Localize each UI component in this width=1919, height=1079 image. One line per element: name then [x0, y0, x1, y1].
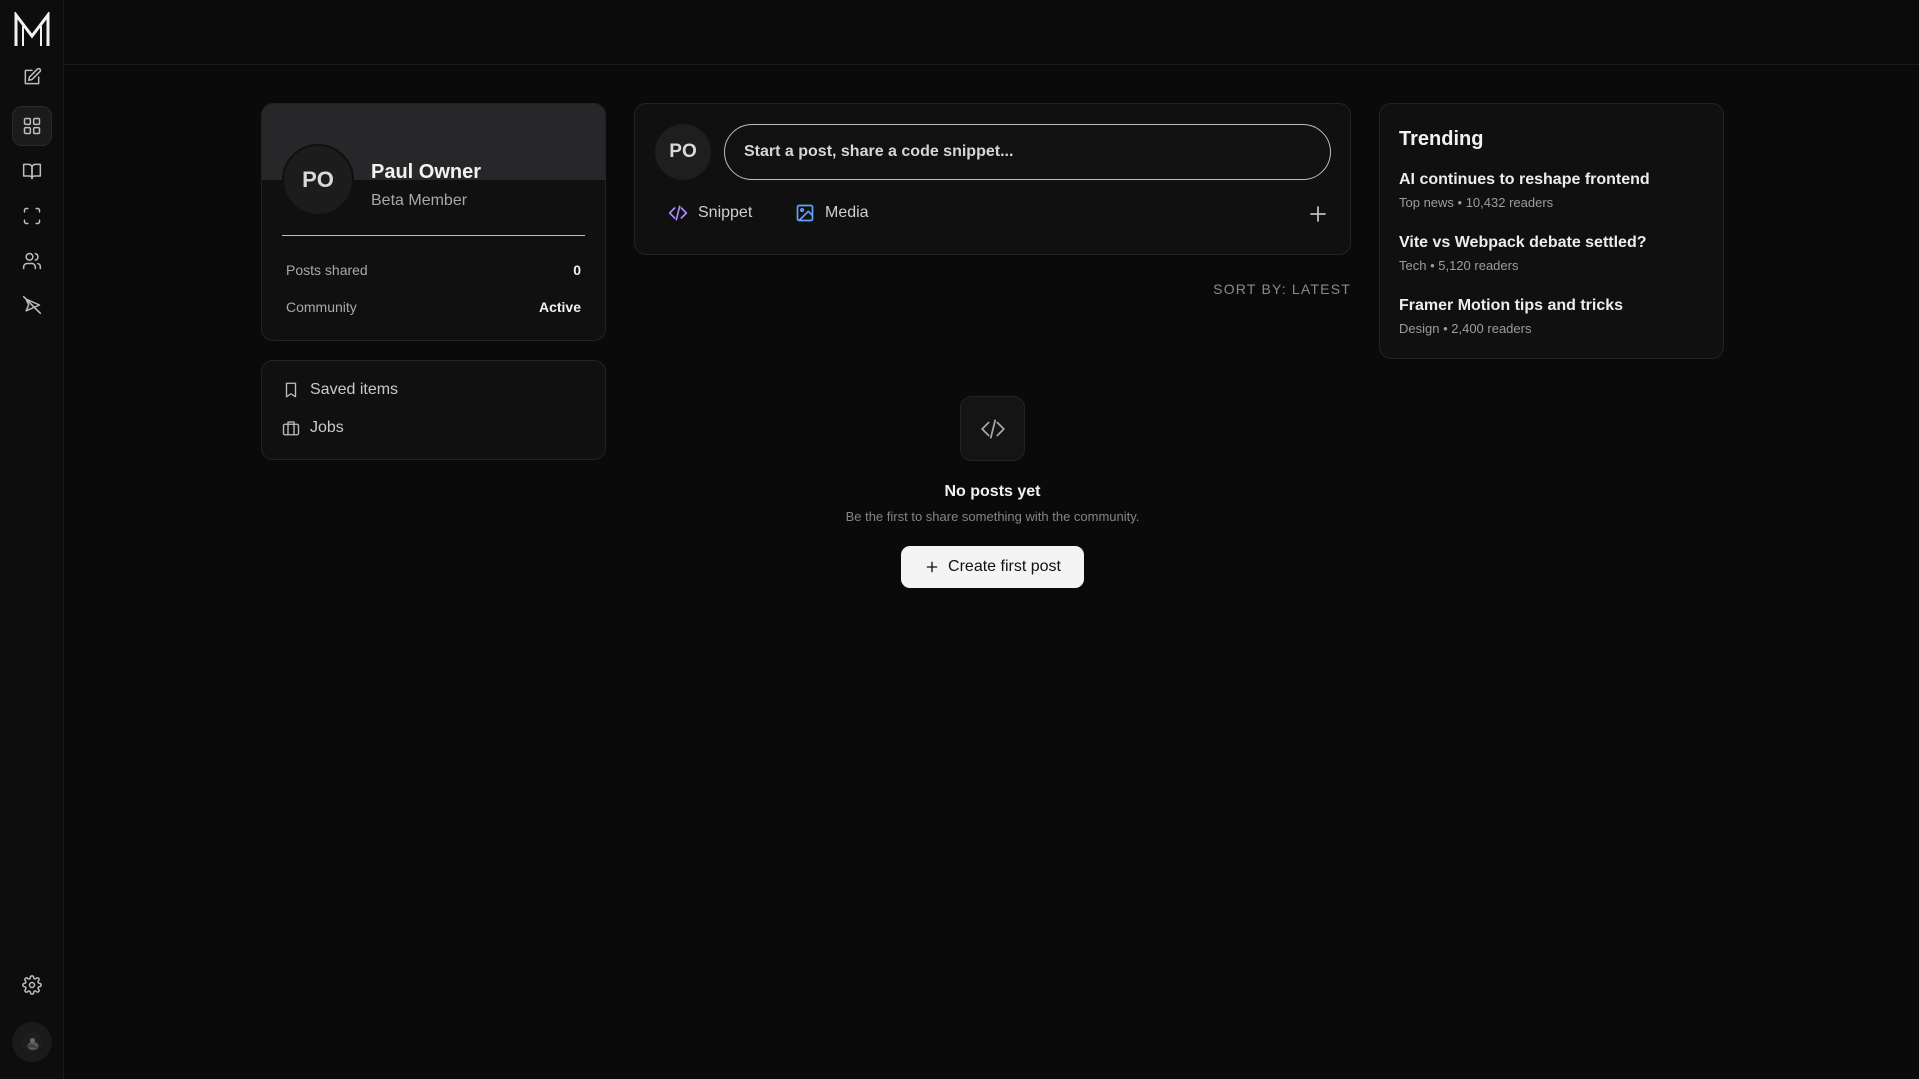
saved-items-label: Saved items	[310, 381, 399, 398]
stat-value: Active	[538, 299, 581, 315]
profile-card: PO Paul Owner Beta Member Posts shared 0…	[261, 103, 606, 341]
quick-links-card: Saved items Jobs	[261, 360, 606, 460]
stat-posts-shared: Posts shared 0	[286, 262, 581, 278]
image-icon	[796, 204, 814, 222]
media-button[interactable]: Media	[795, 203, 869, 223]
trending-card: Trending AI continues to reshape fronten…	[1379, 103, 1724, 359]
compose-icon[interactable]	[12, 57, 52, 97]
bookmark-icon	[285, 382, 297, 398]
sort-by-dropdown[interactable]: SORT BY: LATEST	[1213, 281, 1351, 297]
user-avatar[interactable]	[12, 1022, 52, 1062]
create-first-post-label: Create first post	[948, 558, 1061, 575]
trending-item[interactable]: AI continues to reshape frontend Top new…	[1399, 171, 1704, 210]
empty-state-subtitle: Be the first to share something with the…	[845, 509, 1140, 524]
trending-item[interactable]: Framer Motion tips and tricks Design • 2…	[1399, 297, 1704, 336]
profile-divider	[282, 235, 585, 236]
m-logo-icon[interactable]	[13, 10, 51, 48]
trending-item-title[interactable]: Framer Motion tips and tricks	[1399, 297, 1704, 315]
trending-item[interactable]: Vite vs Webpack debate settled? Tech • 5…	[1399, 234, 1704, 273]
snippet-label: Snippet	[698, 204, 753, 221]
trending-item-meta: Top news • 10,432 readers	[1399, 195, 1554, 210]
book-icon[interactable]	[12, 151, 52, 191]
profile-role: Beta Member	[371, 192, 468, 209]
stat-label: Posts shared	[286, 262, 368, 278]
trending-item-title[interactable]: Vite vs Webpack debate settled?	[1399, 234, 1704, 252]
stat-community: Community Active	[286, 299, 581, 315]
media-label: Media	[825, 204, 869, 221]
post-input[interactable]	[724, 124, 1331, 180]
snippet-button[interactable]: Snippet	[668, 203, 752, 223]
empty-state-title: No posts yet	[944, 483, 1041, 500]
plus-icon	[926, 561, 938, 573]
scan-icon[interactable]	[12, 196, 52, 236]
trending-heading: Trending	[1399, 128, 1484, 150]
top-bar	[64, 0, 1919, 65]
jobs-link[interactable]: Jobs	[282, 419, 344, 437]
trending-item-meta: Design • 2,400 readers	[1399, 321, 1532, 336]
stat-value: 0	[573, 262, 581, 278]
plus-icon[interactable]	[1306, 202, 1330, 226]
jobs-label: Jobs	[310, 419, 344, 436]
profile-avatar[interactable]: PO	[282, 144, 354, 216]
trending-item-meta: Tech • 5,120 readers	[1399, 258, 1519, 273]
trending-item-title[interactable]: AI continues to reshape frontend	[1399, 171, 1704, 189]
code-icon	[960, 396, 1025, 461]
code-icon	[668, 205, 688, 221]
grid-icon[interactable]	[12, 106, 52, 146]
composer-avatar: PO	[655, 124, 711, 180]
stat-label: Community	[286, 299, 357, 315]
users-icon[interactable]	[12, 241, 52, 281]
sidebar-rail	[0, 0, 64, 1079]
saved-items-link[interactable]: Saved items	[282, 381, 398, 399]
create-first-post-button[interactable]: Create first post	[901, 546, 1084, 588]
gear-icon[interactable]	[12, 965, 52, 1005]
post-composer: PO Snippet Media	[634, 103, 1351, 255]
profile-name[interactable]: Paul Owner	[371, 161, 481, 184]
briefcase-icon	[282, 421, 300, 436]
send-off-icon[interactable]	[12, 285, 52, 325]
